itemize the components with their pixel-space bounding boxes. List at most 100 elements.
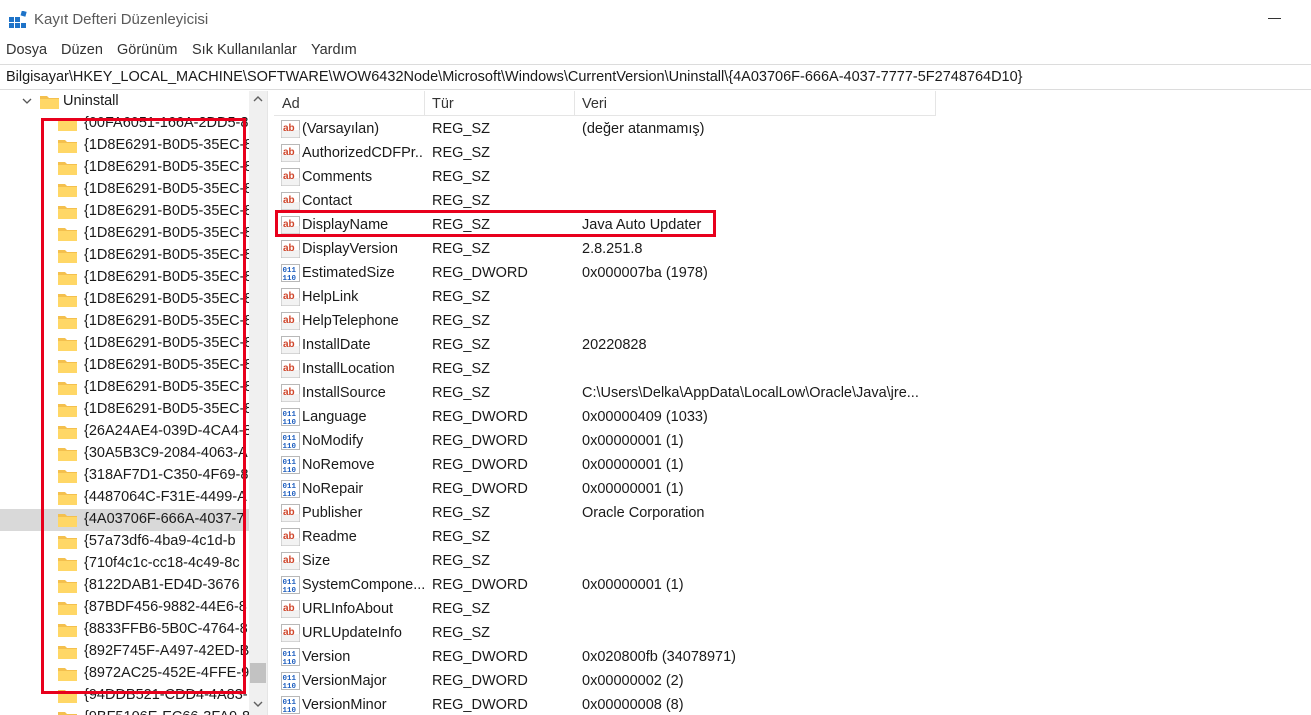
value-type: REG_DWORD <box>432 409 528 425</box>
value-type: REG_SZ <box>432 145 491 161</box>
value-row[interactable]: 011 110 NoRemove REG_DWORD 0x00000001 (1) <box>274 453 974 477</box>
value-row[interactable]: 011 110 EstimatedSize REG_DWORD 0x000007ba (… <box>274 261 974 285</box>
value-type: REG_SZ <box>432 121 491 137</box>
column-divider[interactable] <box>574 91 575 115</box>
menu-favorites[interactable]: Sık Kullanılanlar <box>192 42 297 58</box>
value-row[interactable]: ab HelpLink REG_SZ <box>274 285 974 309</box>
value-data: Oracle Corporation <box>582 505 705 521</box>
displayname-highlight-box <box>275 210 716 237</box>
value-row[interactable]: ab URLUpdateInfo REG_SZ <box>274 621 974 645</box>
window-title: Kayıt Defteri Düzenleyicisi <box>34 11 209 28</box>
binary-value-icon: 011110 <box>281 456 300 474</box>
value-row[interactable]: 011 110 NoRepair REG_DWORD 0x00000001 (1) <box>274 477 974 501</box>
value-name: InstallSource <box>302 385 386 401</box>
column-header-type[interactable]: Tür <box>432 96 454 112</box>
value-row[interactable]: 011 110 Version REG_DWORD 0x020800fb (340789… <box>274 645 974 669</box>
column-header-data[interactable]: Veri <box>582 96 607 112</box>
svg-text:110: 110 <box>283 275 297 282</box>
value-row[interactable]: ab DisplayVersion REG_SZ 2.8.251.8 <box>274 237 974 261</box>
minimize-icon[interactable] <box>1268 18 1281 19</box>
svg-text:ab: ab <box>283 123 295 134</box>
value-type: REG_SZ <box>432 337 491 353</box>
value-name: HelpLink <box>302 289 359 305</box>
string-value-icon: ab <box>281 240 300 258</box>
value-type: REG_SZ <box>432 385 491 401</box>
value-data: C:\Users\Delka\AppData\LocalLow\Oracle\J… <box>582 385 919 401</box>
value-type: REG_SZ <box>432 529 491 545</box>
scroll-thumb[interactable] <box>250 663 266 683</box>
tree-scrollbar[interactable] <box>249 91 267 715</box>
scroll-down-icon[interactable] <box>253 700 263 708</box>
svg-text:011: 011 <box>283 483 297 491</box>
address-bar[interactable]: Bilgisayar\HKEY_LOCAL_MACHINE\SOFTWARE\W… <box>0 64 1311 90</box>
value-name: Version <box>302 649 351 665</box>
svg-text:ab: ab <box>283 195 295 206</box>
svg-text:011: 011 <box>283 651 297 659</box>
value-row[interactable]: 011 110 SystemCompone... REG_DWORD 0x0000000… <box>274 573 974 597</box>
svg-text:110: 110 <box>283 683 297 690</box>
value-row[interactable]: ab (Varsayılan) REG_SZ (değer atanmamış) <box>274 117 974 141</box>
folder-icon <box>40 96 59 109</box>
column-divider[interactable] <box>935 91 936 115</box>
scroll-up-icon[interactable] <box>253 95 263 103</box>
value-name: URLInfoAbout <box>302 601 394 617</box>
value-row[interactable]: ab HelpTelephone REG_SZ <box>274 309 974 333</box>
value-data: 20220828 <box>582 337 647 353</box>
column-divider[interactable] <box>424 91 425 115</box>
menu-help[interactable]: Yardım <box>311 42 357 58</box>
value-name: Contact <box>302 193 352 209</box>
value-row[interactable]: 011 110 Language REG_DWORD 0x00000409 (1033) <box>274 405 974 429</box>
svg-text:ab: ab <box>283 243 295 254</box>
value-row[interactable]: ab Publisher REG_SZ Oracle Corporation <box>274 501 974 525</box>
value-data: 0x00000002 (2) <box>582 673 684 689</box>
address-path[interactable]: Bilgisayar\HKEY_LOCAL_MACHINE\SOFTWARE\W… <box>6 69 1023 85</box>
value-row[interactable]: ab AuthorizedCDFPr... REG_SZ <box>274 141 974 165</box>
values-list[interactable]: Ad Tür Veri ab (Varsayılan) REG_SZ (değer a… <box>274 91 1311 715</box>
binary-value-icon: 011110 <box>281 408 300 426</box>
value-row[interactable]: ab Readme REG_SZ <box>274 525 974 549</box>
chevron-down-icon[interactable] <box>22 96 32 106</box>
value-row[interactable]: ab InstallSource REG_SZ C:\Users\Delka\AppD… <box>274 381 974 405</box>
value-data: 2.8.251.8 <box>582 241 643 257</box>
value-name: URLUpdateInfo <box>302 625 402 641</box>
value-type: REG_SZ <box>432 169 491 185</box>
string-value-icon: ab <box>281 192 300 210</box>
tree-item-label: Uninstall <box>63 93 119 109</box>
string-value-icon: ab <box>281 528 300 546</box>
string-value-icon: ab <box>281 360 300 378</box>
value-row[interactable]: 011 110 VersionMinor REG_DWORD 0x00000008 (8… <box>274 693 974 715</box>
tree-item[interactable]: {9BF5106E-EC66-3FA9-8 <box>0 707 250 715</box>
menu-file[interactable]: Dosya <box>6 42 47 58</box>
value-type: REG_SZ <box>432 361 491 377</box>
value-row[interactable]: ab URLInfoAbout REG_SZ <box>274 597 974 621</box>
tree-item-label: {9BF5106E-EC66-3FA9-8 <box>84 709 250 715</box>
menu-view[interactable]: Görünüm <box>117 42 177 58</box>
svg-text:110: 110 <box>283 491 297 498</box>
value-data: 0x00000001 (1) <box>582 457 684 473</box>
value-name: Publisher <box>302 505 363 521</box>
binary-value-icon: 011110 <box>281 432 300 450</box>
binary-value-icon: 011110 <box>281 696 300 714</box>
value-row[interactable]: ab InstallLocation REG_SZ <box>274 357 974 381</box>
tree-item-uninstall[interactable]: Uninstall <box>0 91 250 113</box>
svg-text:110: 110 <box>283 587 297 594</box>
value-row[interactable]: ab InstallDate REG_SZ 20220828 <box>274 333 974 357</box>
string-value-icon: ab <box>281 552 300 570</box>
column-header-name[interactable]: Ad <box>282 96 300 112</box>
value-row[interactable]: ab Comments REG_SZ <box>274 165 974 189</box>
value-row[interactable]: 011 110 NoModify REG_DWORD 0x00000001 (1) <box>274 429 974 453</box>
value-data: 0x00000409 (1033) <box>582 409 708 425</box>
value-row[interactable]: ab Size REG_SZ <box>274 549 974 573</box>
string-value-icon: ab <box>281 624 300 642</box>
value-data: 0x00000001 (1) <box>582 433 684 449</box>
value-row[interactable]: 011 110 VersionMajor REG_DWORD 0x00000002 (2… <box>274 669 974 693</box>
string-value-icon: ab <box>281 336 300 354</box>
value-name: NoRemove <box>302 457 375 473</box>
value-type: REG_SZ <box>432 625 491 641</box>
value-data: 0x00000001 (1) <box>582 481 684 497</box>
pane-splitter[interactable] <box>267 91 274 715</box>
value-name: (Varsayılan) <box>302 121 380 137</box>
menu-edit[interactable]: Düzen <box>61 42 103 58</box>
value-data: 0x020800fb (34078971) <box>582 649 736 665</box>
value-data: 0x000007ba (1978) <box>582 265 708 281</box>
